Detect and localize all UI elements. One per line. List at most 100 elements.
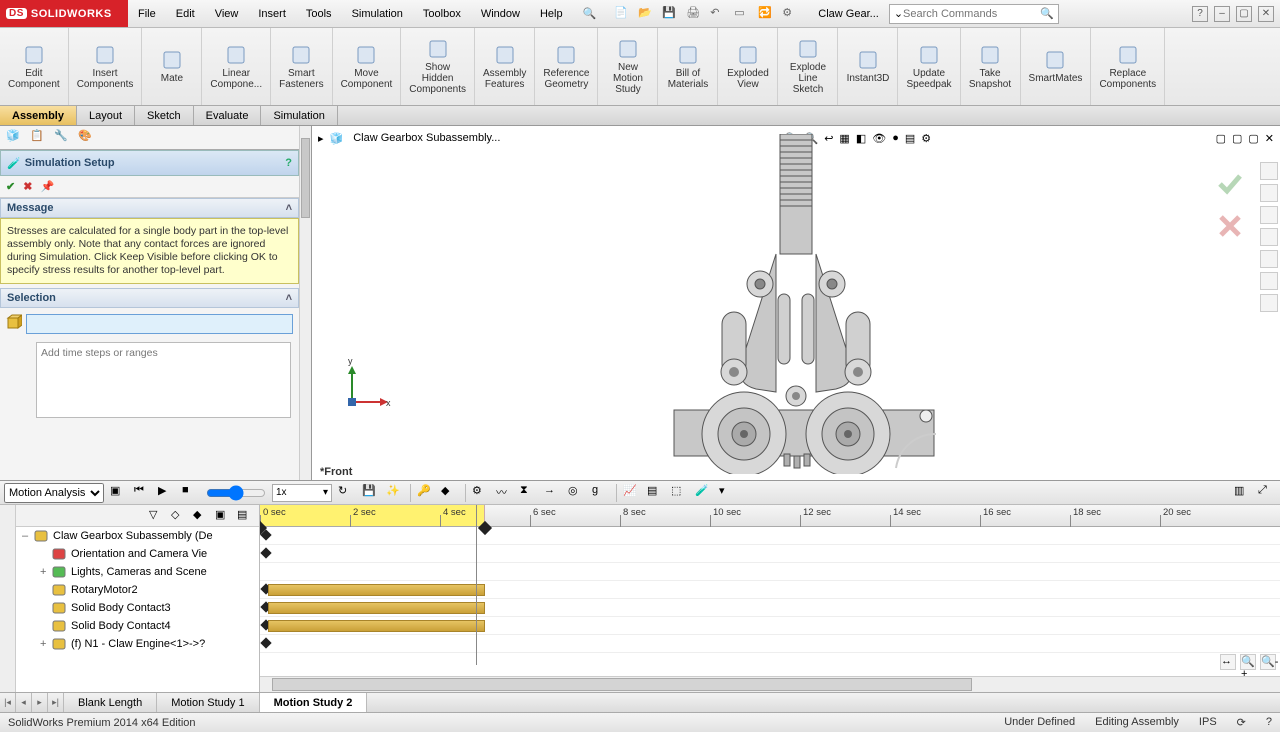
breadcrumb[interactable]: Claw Gearbox Subassembly...: [353, 132, 500, 144]
filter-results-icon[interactable]: ▤: [237, 508, 253, 524]
motion-bar[interactable]: [268, 584, 485, 596]
keyframe[interactable]: [260, 637, 271, 648]
tab-evaluate[interactable]: Evaluate: [194, 106, 262, 125]
ribbon-assembly-features[interactable]: AssemblyFeatures: [475, 28, 535, 105]
motion-type-select[interactable]: Motion Analysis: [4, 483, 104, 503]
accept-large-icon[interactable]: [1216, 170, 1244, 198]
playback-slider[interactable]: [206, 485, 266, 501]
motion-tree-item[interactable]: +(f) N1 - Claw Engine<1>->?: [16, 635, 259, 653]
collapse-icon[interactable]: ˄: [286, 202, 292, 214]
reject-large-icon[interactable]: [1216, 212, 1244, 240]
menu-file[interactable]: File: [128, 0, 166, 28]
playback-speed[interactable]: 1x▾: [272, 484, 332, 502]
time-ranges-input[interactable]: Add time steps or ranges: [36, 342, 291, 418]
ribbon-mate[interactable]: Mate: [142, 28, 202, 105]
timeline-row[interactable]: [260, 617, 1280, 635]
status-help-icon[interactable]: ?: [1266, 716, 1272, 729]
cancel-button[interactable]: ✖: [23, 180, 32, 193]
ribbon-reference-geometry[interactable]: ReferenceGeometry: [535, 28, 598, 105]
motion-tree-item[interactable]: Solid Body Contact4: [16, 617, 259, 635]
zoom-out-timeline-icon[interactable]: 🔍-: [1260, 654, 1276, 670]
motor-icon[interactable]: ⚙: [472, 484, 490, 502]
graphics-viewport[interactable]: ▸ 🧊 Claw Gearbox Subassembly... 🔍 🔍 ↩ ▦ …: [312, 126, 1280, 480]
file-explorer-tab-icon[interactable]: [1260, 206, 1278, 224]
tab-nav-prev[interactable]: ◂: [16, 693, 32, 712]
timeline-row[interactable]: [260, 581, 1280, 599]
timeline-row[interactable]: [260, 599, 1280, 617]
motion-tree-item[interactable]: –Claw Gearbox Subassembly (De: [16, 527, 259, 545]
design-library-tab-icon[interactable]: [1260, 184, 1278, 202]
ok-button[interactable]: ✔: [6, 180, 15, 193]
filter-driven-icon[interactable]: ◆: [193, 508, 209, 524]
search-icon[interactable]: 🔍: [1040, 7, 1054, 20]
damper-icon[interactable]: ⧗: [520, 484, 538, 502]
ribbon-update-speedpak[interactable]: UpdateSpeedpak: [898, 28, 960, 105]
addkey-icon[interactable]: ◆: [441, 484, 459, 502]
ribbon-instant-d[interactable]: Instant3D: [838, 28, 898, 105]
menu-view[interactable]: View: [205, 0, 249, 28]
status-units[interactable]: IPS: [1199, 716, 1217, 729]
search-input[interactable]: [903, 8, 1040, 20]
ribbon-smart-fasteners[interactable]: SmartFasteners: [271, 28, 332, 105]
vp-close-icon[interactable]: ✕: [1265, 132, 1274, 145]
tab-nav-first[interactable]: |◂: [0, 693, 16, 712]
bottom-tab-blank[interactable]: Blank Length: [64, 693, 157, 712]
appearances-tab-icon[interactable]: [1260, 250, 1278, 268]
menu-tools[interactable]: Tools: [296, 0, 342, 28]
contact-icon[interactable]: ◎: [568, 484, 586, 502]
sim-setup-icon[interactable]: 🧪: [695, 484, 713, 502]
rebuild-icon[interactable]: 🔁: [758, 6, 774, 22]
menu-simulation[interactable]: Simulation: [342, 0, 413, 28]
tab-layout[interactable]: Layout: [77, 106, 135, 125]
ribbon-insert-components[interactable]: InsertComponents: [69, 28, 143, 105]
bottom-tab-ms1[interactable]: Motion Study 1: [157, 693, 259, 712]
search-dropdown-icon[interactable]: ⌄: [894, 7, 903, 20]
timeline[interactable]: 0 sec2 sec4 sec6 sec8 sec10 sec12 sec14 …: [260, 505, 1280, 692]
menu-insert[interactable]: Insert: [248, 0, 296, 28]
menu-search-icon[interactable]: 🔍: [573, 0, 607, 28]
anim-wizard-icon[interactable]: ✨: [386, 484, 404, 502]
feature-tree-icon[interactable]: 🧊: [6, 129, 24, 147]
tab-simulation[interactable]: Simulation: [261, 106, 337, 125]
ribbon-bill-of-materials[interactable]: Bill ofMaterials: [658, 28, 718, 105]
motion-bar[interactable]: [268, 602, 485, 614]
loop-icon[interactable]: ↻: [338, 484, 356, 502]
tab-nav-next[interactable]: ▸: [32, 693, 48, 712]
timeline-row[interactable]: [260, 527, 1280, 545]
play-start-icon[interactable]: ⏮: [134, 484, 152, 502]
selection-input[interactable]: [26, 314, 293, 334]
open-icon[interactable]: 📂: [638, 6, 654, 22]
vp-min-icon[interactable]: ▢: [1216, 132, 1226, 145]
filter-selected-icon[interactable]: ▣: [215, 508, 231, 524]
autokey-icon[interactable]: 🔑: [417, 484, 435, 502]
timeline-row[interactable]: [260, 545, 1280, 563]
timeline-row[interactable]: [260, 563, 1280, 581]
timeline-ruler[interactable]: 0 sec2 sec4 sec6 sec8 sec10 sec12 sec14 …: [260, 505, 1280, 527]
filter-icon[interactable]: ▽: [149, 508, 165, 524]
save-icon[interactable]: 💾: [662, 6, 678, 22]
ribbon-exploded-view[interactable]: ExplodedView: [718, 28, 778, 105]
ribbon-smartmates[interactable]: SmartMates: [1021, 28, 1092, 105]
expand-panel-icon[interactable]: ⤢: [1258, 484, 1276, 502]
model-view[interactable]: [626, 134, 966, 474]
ribbon-move-component[interactable]: MoveComponent: [333, 28, 402, 105]
tab-nav-last[interactable]: ▸|: [48, 693, 64, 712]
filter-anim-icon[interactable]: ◇: [171, 508, 187, 524]
ribbon-linear-compone-[interactable]: LinearCompone...: [202, 28, 271, 105]
select-icon[interactable]: ▭: [734, 6, 750, 22]
ribbon-show-hidden-components[interactable]: ShowHiddenComponents: [401, 28, 475, 105]
keep-visible-icon[interactable]: 📌: [40, 180, 54, 193]
collapse-tree-icon[interactable]: ▥: [1234, 484, 1252, 502]
panel-scrollbar[interactable]: [299, 126, 311, 480]
resources-tab-icon[interactable]: [1260, 162, 1278, 180]
settings-dd-icon[interactable]: ▾: [719, 484, 737, 502]
ribbon-new-motion-study[interactable]: NewMotionStudy: [598, 28, 658, 105]
menu-edit[interactable]: Edit: [166, 0, 205, 28]
print-icon[interactable]: 🖨: [686, 6, 702, 22]
selection-section-header[interactable]: Selection ˄: [0, 288, 299, 308]
tab-sketch[interactable]: Sketch: [135, 106, 194, 125]
view-palette-tab-icon[interactable]: [1260, 228, 1278, 246]
search-commands[interactable]: ⌄ 🔍: [889, 4, 1059, 24]
motion-tree-item[interactable]: Solid Body Contact3: [16, 599, 259, 617]
ribbon-explode-line-sketch[interactable]: ExplodeLineSketch: [778, 28, 838, 105]
